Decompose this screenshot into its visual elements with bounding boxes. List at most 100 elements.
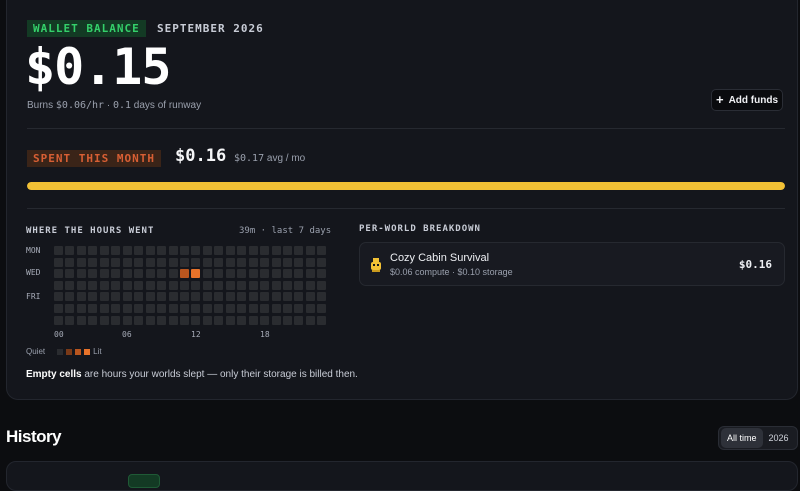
heatmap-cell: [260, 292, 270, 302]
heatmap-cell: [225, 269, 235, 279]
heatmap-cell: [305, 246, 315, 255]
heatmap-cell: [88, 269, 98, 279]
heatmap-cell: [111, 292, 121, 302]
heatmap-cell: [88, 304, 98, 313]
heatmap-cell: [248, 304, 258, 313]
heatmap-cell: [65, 257, 75, 267]
heatmap-cell: [157, 292, 167, 302]
heatmap-cell: [134, 280, 144, 290]
world-amount: $0.16: [738, 258, 772, 271]
heatmap-cell: [88, 292, 98, 302]
heatmap-cell: [225, 315, 235, 325]
heatmap-cell: [294, 315, 304, 325]
status-badge: [128, 474, 160, 488]
heatmap-cell: [191, 269, 201, 279]
spend-progress-fill: [27, 182, 785, 190]
heatmap-cell: [145, 315, 155, 325]
heatmap-cell: [214, 304, 224, 313]
balance-amount: $0.15: [25, 38, 172, 96]
hours-title: WHERE THE HOURS WENT: [26, 226, 155, 236]
col-label-06: 06: [122, 330, 132, 339]
heatmap-cell: [271, 304, 281, 313]
heatmap-cell: [179, 246, 189, 255]
heatmap-cell: [225, 280, 235, 290]
heatmap-cell: [179, 292, 189, 302]
heatmap-cell: [54, 269, 63, 279]
heatmap-cell: [54, 246, 63, 255]
runway-days: 0.1: [112, 100, 132, 111]
heatmap-cell: [305, 257, 315, 267]
heatmap-cell: [157, 304, 167, 313]
heatmap-cell: [179, 315, 189, 325]
heatmap-cell: [65, 292, 75, 302]
heatmap-cell: [214, 315, 224, 325]
heatmap-cell: [65, 269, 75, 279]
world-cost-detail: $0.06 compute · $0.10 storage: [390, 267, 513, 277]
heatmap-cell: [111, 304, 121, 313]
heatmap-cell: [99, 304, 109, 313]
heatmap-cell: [225, 292, 235, 302]
heatmap-cell: [225, 304, 235, 313]
empty-cells-note: Empty cells are hours your worlds slept …: [26, 369, 358, 380]
heatmap-cell: [317, 292, 327, 302]
heatmap-cell: [237, 304, 247, 313]
divider: [27, 208, 785, 209]
heatmap-cell: [168, 257, 178, 267]
breakdown-title: PER-WORLD BREAKDOWN: [359, 224, 481, 234]
heatmap-cell: [76, 257, 86, 267]
add-funds-button[interactable]: + Add funds: [711, 89, 783, 111]
col-label-12: 12: [191, 330, 201, 339]
heatmap-cell: [54, 304, 63, 313]
heatmap-cell: [305, 315, 315, 325]
heatmap-cell: [168, 280, 178, 290]
heatmap-cell: [214, 246, 224, 255]
heatmap-cell: [202, 304, 212, 313]
heatmap-cell: [76, 269, 86, 279]
heatmap-cell: [191, 315, 201, 325]
wallet-month: SEPTEMBER 2026: [157, 22, 264, 35]
world-row[interactable]: Cozy Cabin Survival $0.06 compute · $0.1…: [359, 242, 785, 286]
heatmap-cell: [54, 280, 63, 290]
heatmap-cell: [202, 315, 212, 325]
heatmap-cell: [157, 280, 167, 290]
heatmap-cell: [157, 257, 167, 267]
heatmap-cell: [157, 315, 167, 325]
heatmap-cell: [122, 257, 132, 267]
heatmap-cell: [271, 280, 281, 290]
runway-text: Burns $0.06/hr · 0.1 days of runway: [27, 100, 202, 111]
heatmap-cell: [214, 280, 224, 290]
heatmap-cell: [294, 292, 304, 302]
heatmap-cell: [88, 315, 98, 325]
heatmap-cell: [283, 315, 292, 325]
heatmap-cell: [214, 269, 224, 279]
heatmap-cell: [168, 269, 178, 279]
heatmap-cell: [65, 315, 75, 325]
heatmap-cell: [248, 280, 258, 290]
heatmap-cell: [122, 315, 132, 325]
filter-all-time[interactable]: All time: [721, 428, 763, 448]
row-label-mon: MON: [26, 246, 41, 255]
heatmap-cell: [145, 292, 155, 302]
heatmap-cell: [237, 246, 247, 255]
heatmap-cell: [65, 280, 75, 290]
heatmap-cell: [54, 315, 63, 325]
filter-2026[interactable]: 2026: [763, 428, 795, 448]
heatmap-cell: [248, 315, 258, 325]
heatmap-cell: [248, 257, 258, 267]
world-name: Cozy Cabin Survival: [390, 252, 490, 264]
heatmap-cell: [260, 280, 270, 290]
heatmap-cell: [99, 315, 109, 325]
heatmap-cell: [168, 315, 178, 325]
history-title: History: [6, 427, 62, 446]
heatmap-cell: [99, 292, 109, 302]
heatmap-cell: [283, 269, 292, 279]
heatmap-cell: [271, 246, 281, 255]
heatmap-cell: [294, 304, 304, 313]
heatmap-cell: [111, 257, 121, 267]
heatmap-cell: [283, 246, 292, 255]
heatmap-cell: [179, 257, 189, 267]
heatmap-cell: [317, 257, 327, 267]
heatmap-cell: [237, 269, 247, 279]
heatmap-cell: [134, 246, 144, 255]
heatmap-cell: [260, 315, 270, 325]
